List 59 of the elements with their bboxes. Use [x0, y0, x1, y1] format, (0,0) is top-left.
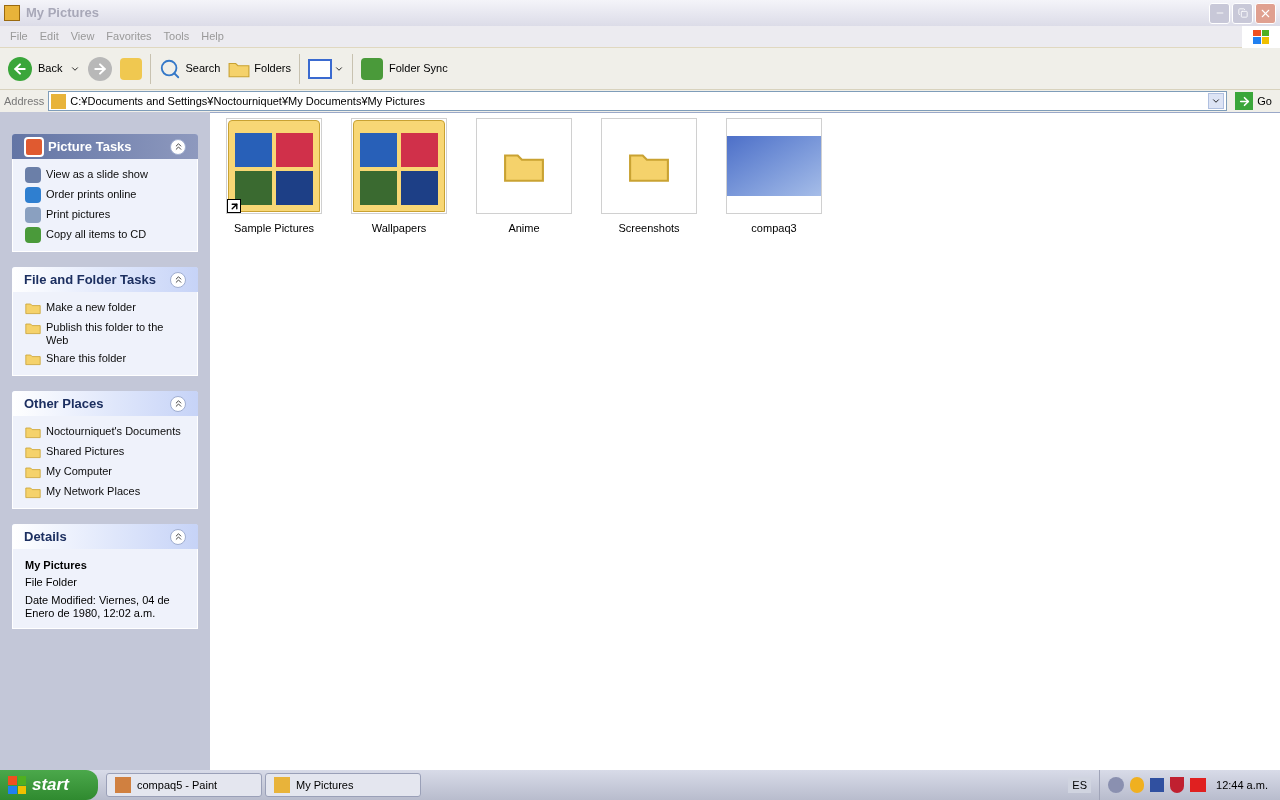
windows-logo-icon — [1242, 25, 1280, 48]
file-name[interactable]: Anime — [508, 220, 540, 237]
views-icon — [308, 58, 332, 79]
task-link[interactable]: Noctourniquet's Documents — [46, 424, 181, 438]
taskbar-button[interactable]: compaq5 - Paint — [106, 773, 262, 797]
task-link[interactable]: Publish this folder to the Web — [46, 320, 185, 347]
task-link[interactable]: Share this folder — [46, 351, 127, 365]
collapse-icon[interactable] — [170, 395, 186, 412]
panel-header[interactable]: Details — [12, 524, 198, 549]
panel-header[interactable]: File and Folder Tasks — [12, 267, 198, 292]
task-link[interactable]: View as a slide show — [46, 167, 148, 181]
task-link[interactable]: Print pictures — [46, 207, 111, 221]
window-title: My Pictures — [26, 4, 99, 23]
detail-modified: Date Modified: Viernes, 04 de Enero de 1980, 12:02 a.m. — [25, 594, 171, 620]
file-name[interactable]: Screenshots — [618, 220, 680, 237]
collapse-icon[interactable] — [170, 271, 186, 288]
windows-logo-icon — [8, 776, 26, 794]
search-icon — [159, 57, 182, 80]
go-button[interactable]: Go — [1231, 92, 1276, 110]
address-field[interactable]: C:¥Documents and Settings¥Noctourniquet¥My Documents¥My Pictures — [48, 91, 1228, 111]
task-link[interactable]: Order prints online — [46, 187, 137, 201]
task-link[interactable]: Shared Pictures — [46, 444, 125, 458]
taskbar-button[interactable]: My Pictures — [265, 773, 421, 797]
shield-icon[interactable] — [1170, 777, 1184, 793]
folder-sync-button[interactable]: Folder Sync — [361, 57, 448, 80]
restore-button[interactable] — [1232, 2, 1253, 24]
search-button[interactable]: Search — [159, 57, 221, 80]
panel-title: File and Folder Tasks — [24, 270, 156, 289]
task-link[interactable]: My Computer — [46, 464, 113, 478]
detail-type: File Folder — [25, 574, 78, 590]
folders-button[interactable]: Folders — [228, 58, 291, 79]
thumbnail[interactable] — [601, 118, 697, 214]
address-label: Address — [4, 93, 45, 109]
caret-icon — [1211, 96, 1222, 106]
file-name[interactable]: Wallpapers — [371, 220, 427, 237]
clock: 12:44 a.m. — [1216, 777, 1268, 793]
panel-header[interactable]: Other Places — [12, 391, 198, 416]
tray-icon[interactable] — [1130, 777, 1144, 793]
collapse-icon[interactable] — [170, 138, 186, 155]
thumbnail[interactable] — [726, 118, 822, 214]
file-name[interactable]: compaq3 — [751, 220, 797, 237]
restore-icon — [1237, 8, 1248, 18]
dropdown-button[interactable] — [1208, 93, 1225, 109]
minimize-button[interactable] — [1209, 2, 1230, 24]
task-link[interactable]: My Network Places — [46, 484, 141, 498]
views-button[interactable] — [308, 58, 344, 79]
thumbnail[interactable] — [476, 118, 572, 214]
panel-title: Details — [24, 527, 67, 546]
task-link[interactable]: Copy all items to CD — [46, 227, 147, 241]
detail-name: My Pictures — [25, 558, 88, 573]
collapse-icon[interactable] — [170, 528, 186, 545]
panel-header[interactable]: Picture Tasks — [12, 134, 198, 159]
back-button[interactable]: Back — [8, 56, 63, 81]
panel-title: Picture Tasks — [48, 137, 132, 156]
close-button[interactable] — [1255, 2, 1276, 24]
file-name[interactable]: Sample Pictures — [233, 220, 315, 237]
task-link[interactable]: Make a new folder — [46, 300, 136, 314]
start-button[interactable]: start — [0, 770, 98, 800]
panel-title: Other Places — [24, 394, 104, 413]
